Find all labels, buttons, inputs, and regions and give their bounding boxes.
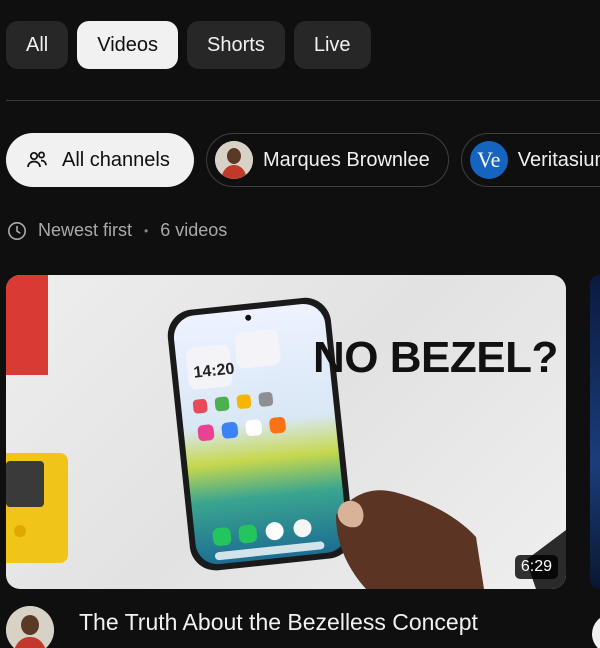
sort-row[interactable]: Newest first • 6 videos [7,220,227,241]
tab-all[interactable]: All [6,21,69,69]
channel-avatar[interactable] [6,606,54,648]
clock-icon [7,221,27,241]
video-thumbnail[interactable]: 14:20 NO BEZEL? 6:29 [6,275,566,589]
separator-dot: • [144,223,149,238]
channel-chips: All channels Marques Brownlee Ve Veritas… [6,133,600,187]
tab-live[interactable]: Live [293,21,371,69]
next-video-thumbnail[interactable] [590,275,600,589]
video-meta: The Truth About the Bezelless Concept [6,606,478,648]
chip-channel-marques-brownlee[interactable]: Marques Brownlee [206,133,449,187]
chip-all-channels[interactable]: All channels [6,133,194,187]
divider [6,100,600,101]
channel-avatar [215,141,253,179]
thumbnail-artwork: 14:20 [6,275,566,589]
content-type-tabs: All Videos Shorts Live [6,21,371,69]
sort-label: Newest first [38,220,133,240]
tab-shorts-label: Shorts [207,33,265,56]
video-count: 6 videos [160,220,228,240]
video-title[interactable]: The Truth About the Bezelless Concept [79,609,478,637]
duration-badge: 6:29 [514,555,558,579]
tab-shorts[interactable]: Shorts [187,21,285,69]
people-icon [24,147,50,173]
channel-avatar: Ve [469,141,508,179]
tab-videos[interactable]: Videos [77,21,179,69]
tab-videos-label: Videos [97,33,159,56]
chip-channel-veritasium[interactable]: Ve Veritasium [460,133,600,187]
tab-live-label: Live [313,33,351,56]
subscriptions-feed: All Videos Shorts Live All channels Marq… [0,0,600,648]
chip-channel-label: Marques Brownlee [263,148,430,171]
thumbnail-headline: NO BEZEL? [313,333,558,382]
next-channel-avatar[interactable] [592,614,600,648]
chip-all-channels-label: All channels [62,148,170,171]
tab-all-label: All [26,33,49,56]
chip-channel-label: Veritasium [517,148,600,171]
